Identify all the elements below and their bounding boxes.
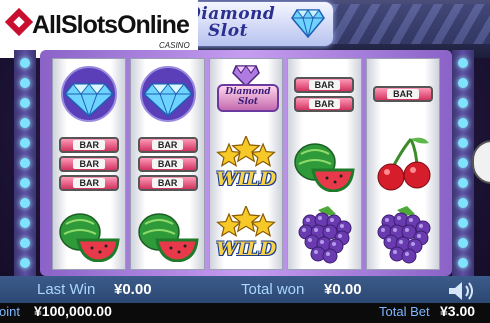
left-light-column	[14, 50, 36, 280]
symbol-bar-3: BAR BAR BAR	[54, 132, 124, 196]
light-bulb	[20, 258, 30, 268]
light-bulb	[458, 158, 468, 168]
light-bulb	[20, 138, 30, 148]
symbol-diamond-slot-logo: Diamond Slot	[211, 62, 281, 126]
bar-label: BAR	[73, 159, 105, 169]
wild-label: WILD	[215, 238, 277, 260]
reel-2: BAR BAR BAR	[130, 58, 205, 270]
light-bulb	[20, 178, 30, 188]
logo-symbol-line-1: Diamond	[225, 87, 271, 97]
right-light-column	[452, 50, 474, 280]
bar-label: BAR	[73, 140, 105, 150]
watermark-brand: AllSlotsOnline	[32, 11, 190, 39]
logo-diamond-icon	[4, 7, 34, 37]
light-bulb	[458, 218, 468, 228]
light-bulb	[458, 178, 468, 188]
total-won-value: ¥0.00	[324, 281, 362, 298]
point-value: ¥100,000.00	[34, 303, 112, 319]
light-bulb	[20, 238, 30, 248]
bar-plate: BAR	[59, 137, 120, 153]
logo-symbol-plate: Diamond Slot	[217, 84, 280, 112]
bar-label: BAR	[73, 178, 105, 188]
last-win-value: ¥0.00	[114, 281, 152, 298]
symbol-bar-3: BAR BAR BAR	[133, 132, 203, 196]
symbol-grapes	[368, 202, 438, 266]
symbol-diamond	[54, 62, 124, 126]
light-bulb	[458, 238, 468, 248]
light-bulb	[458, 118, 468, 128]
symbol-cherries	[368, 132, 438, 196]
light-bulb	[458, 198, 468, 208]
bar-label: BAR	[387, 89, 419, 99]
light-bulb	[458, 78, 468, 88]
bar-label: BAR	[308, 79, 341, 90]
game-stage: Diamond Slot AllSlotsOnline CASINO BAR BA…	[0, 0, 490, 323]
symbol-bar-2: BAR BAR	[289, 62, 359, 126]
bar-plate: BAR	[59, 175, 120, 191]
spin-button-edge[interactable]	[472, 140, 490, 184]
light-bulb	[20, 198, 30, 208]
light-bulb	[20, 58, 30, 68]
symbol-wild: WILD	[211, 132, 281, 196]
symbol-grapes	[289, 202, 359, 266]
light-bulb	[20, 118, 30, 128]
light-bulb	[20, 98, 30, 108]
bar-plate: BAR	[137, 175, 198, 191]
wild-label: WILD	[215, 168, 277, 190]
light-bulb	[458, 58, 468, 68]
symbol-watermelon	[133, 202, 203, 266]
bar-plate: BAR	[294, 95, 355, 112]
total-bet-value: ¥3.00	[440, 303, 476, 319]
bar-plate: BAR	[137, 137, 198, 153]
light-bulb	[20, 158, 30, 168]
light-bulb	[20, 218, 30, 228]
bar-plate: BAR	[59, 156, 120, 172]
point-label: oint	[0, 304, 20, 319]
total-bet-label: Total Bet	[379, 304, 430, 319]
symbol-bar-1: BAR	[368, 62, 438, 126]
reel-1: BAR BAR BAR	[52, 58, 127, 270]
reel-4: BAR BAR	[287, 58, 362, 270]
banner-chevrons	[330, 4, 490, 44]
light-bulb	[458, 138, 468, 148]
light-bulb	[458, 98, 468, 108]
bar-plate: BAR	[294, 76, 355, 93]
bar-plate: BAR	[372, 86, 433, 102]
light-bulb	[20, 78, 30, 88]
symbol-watermelon	[54, 202, 124, 266]
reel-3: Diamond Slot WILD WILD	[208, 58, 284, 270]
title-line-2: Slot	[208, 21, 248, 41]
watermark-sub: CASINO	[159, 41, 190, 50]
bar-label: BAR	[151, 140, 184, 150]
logo-symbol-line-2: Slot	[237, 97, 259, 107]
last-win-label: Last Win	[37, 281, 96, 298]
game-title: Diamond Slot	[178, 2, 333, 46]
reel-5: BAR	[365, 58, 441, 270]
symbol-diamond	[133, 62, 203, 126]
reel-area: BAR BAR BAR BAR BAR BAR Diamond Slot WILD WILD BAR…	[52, 58, 441, 270]
speaker-icon[interactable]	[447, 281, 477, 301]
symbol-wild: WILD	[211, 202, 281, 266]
bar-label: BAR	[151, 178, 184, 188]
light-bulb	[458, 258, 468, 268]
total-won-label: Total won	[241, 281, 305, 298]
bar-plate: BAR	[137, 156, 198, 172]
diamond-icon	[291, 9, 325, 38]
symbol-watermelon	[289, 132, 359, 196]
bar-label: BAR	[308, 98, 341, 109]
bar-label: BAR	[151, 159, 184, 169]
